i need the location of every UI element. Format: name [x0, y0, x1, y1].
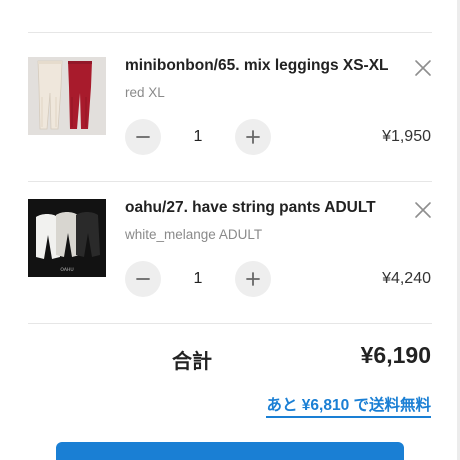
remove-item-button[interactable] [412, 199, 434, 221]
pants-photo: OAHU [28, 199, 106, 277]
remove-item-button[interactable] [412, 57, 434, 79]
product-variant: red XL [125, 85, 165, 100]
product-thumbnail[interactable]: OAHU [28, 199, 106, 277]
free-shipping-link[interactable]: あと ¥6,810 で送料無料 [266, 393, 431, 418]
cart-item: minibonbon/65. mix leggings XS-XL red XL… [0, 57, 460, 197]
leggings-photo [28, 57, 106, 135]
minus-icon [136, 278, 150, 280]
brand-watermark: OAHU [60, 267, 73, 273]
item-price: ¥1,950 [382, 128, 431, 145]
divider [28, 181, 432, 182]
product-title[interactable]: oahu/27. have string pants ADULT [125, 199, 376, 217]
decrease-quantity-button[interactable] [125, 119, 161, 155]
minus-icon [136, 136, 150, 138]
increase-quantity-button[interactable] [235, 261, 271, 297]
increase-quantity-button[interactable] [235, 119, 271, 155]
total-value: ¥6,190 [360, 342, 431, 368]
item-price: ¥4,240 [382, 270, 431, 287]
product-thumbnail[interactable] [28, 57, 106, 135]
close-icon [415, 202, 431, 218]
divider [28, 32, 432, 33]
plus-icon [246, 130, 260, 144]
total-label: 合計 [172, 351, 212, 373]
quantity-value: 1 [193, 128, 203, 145]
cart-page: minibonbon/65. mix leggings XS-XL red XL… [0, 0, 460, 460]
quantity-value: 1 [193, 270, 203, 287]
divider [28, 323, 432, 324]
decrease-quantity-button[interactable] [125, 261, 161, 297]
cart-item: OAHU oahu/27. have string pants ADULT wh… [0, 199, 460, 339]
checkout-button[interactable] [56, 442, 404, 460]
close-icon [415, 60, 431, 76]
product-title[interactable]: minibonbon/65. mix leggings XS-XL [125, 57, 389, 75]
product-variant: white_melange ADULT [125, 227, 263, 242]
plus-icon [246, 272, 260, 286]
